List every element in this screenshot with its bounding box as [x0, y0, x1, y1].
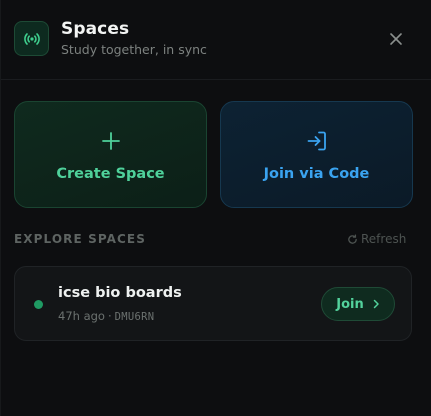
join-label: Join [336, 296, 364, 312]
space-meta: 47h ago · DMU6RN [58, 309, 154, 323]
broadcast-icon [14, 21, 49, 56]
plus-icon [99, 129, 123, 153]
page-title: Spaces [61, 19, 130, 39]
create-space-button[interactable]: Create Space [14, 101, 207, 208]
refresh-label: Refresh [361, 232, 407, 246]
page-subtitle: Study together, in sync [61, 42, 207, 57]
join-via-code-label: Join via Code [263, 166, 370, 182]
chevron-right-icon [373, 299, 379, 309]
meta-separator: · [107, 309, 112, 323]
create-space-label: Create Space [56, 166, 165, 182]
status-indicator [34, 300, 43, 309]
close-button[interactable] [384, 27, 408, 51]
explore-spaces-heading: EXPLORE SPACES [14, 232, 146, 246]
refresh-button[interactable]: Refresh [347, 232, 406, 246]
join-button[interactable]: Join [321, 287, 395, 321]
close-icon [390, 33, 402, 45]
space-name: icse bio boards [58, 285, 182, 301]
panel-header: Spaces Study together, in sync [1, 0, 431, 80]
list-item[interactable]: icse bio boards 47h ago · DMU6RN Join [14, 266, 412, 341]
spaces-panel: Spaces Study together, in sync Create Sp… [0, 0, 431, 416]
enter-icon [305, 129, 329, 153]
space-time: 47h ago [58, 309, 105, 323]
join-via-code-button[interactable]: Join via Code [220, 101, 413, 208]
space-code: DMU6RN [114, 311, 155, 323]
refresh-icon [348, 233, 357, 244]
